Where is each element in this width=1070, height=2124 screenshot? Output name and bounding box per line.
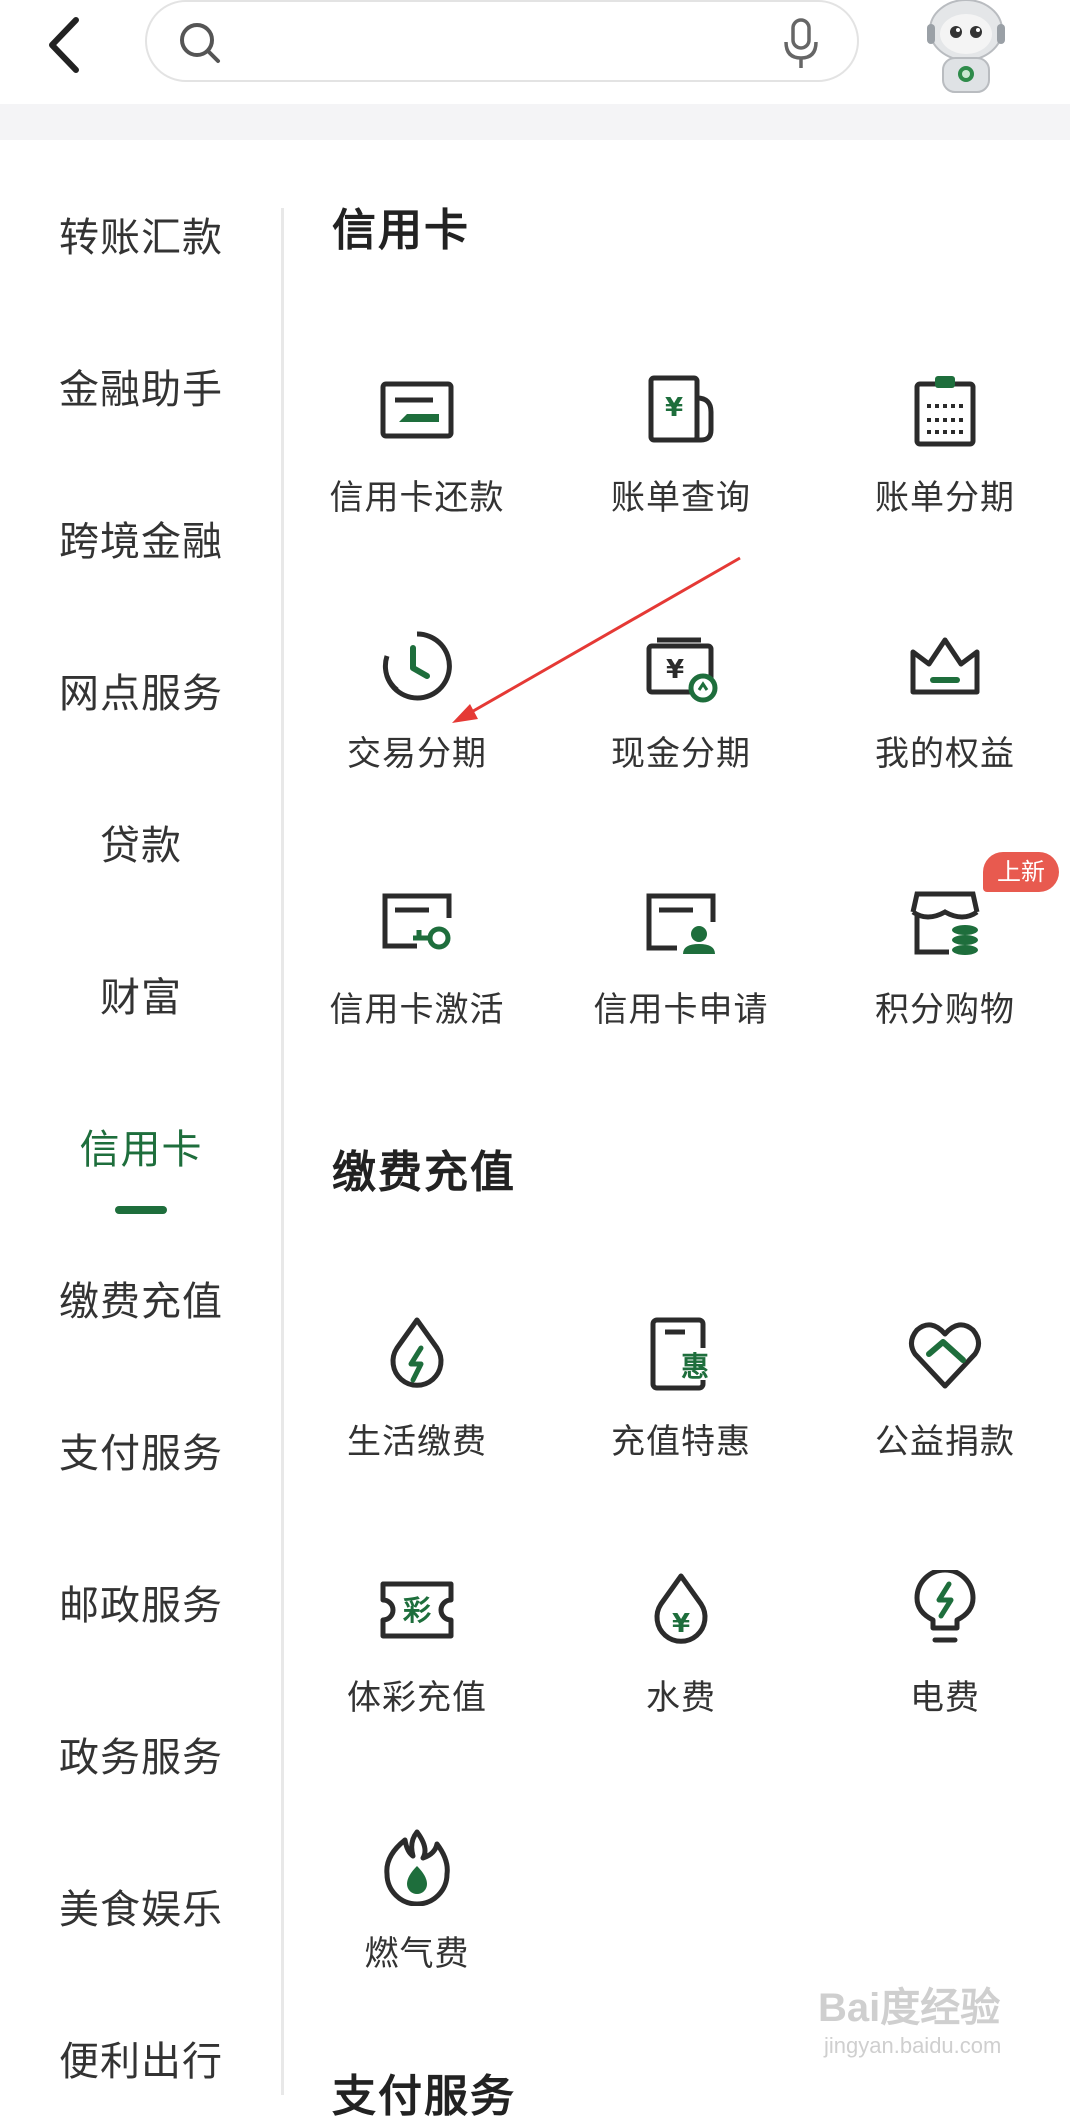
search-input[interactable] bbox=[237, 18, 741, 68]
sidebar-item-loan[interactable]: 贷款 bbox=[0, 806, 282, 886]
sidebar-item-label: 政务服务 bbox=[59, 1735, 223, 1781]
svg-text:彩: 彩 bbox=[403, 1594, 431, 1627]
section-title-credit-card: 信用卡 bbox=[332, 205, 470, 256]
card-application-button[interactable]: 信用卡申请 bbox=[549, 882, 813, 1072]
sidebar-item-travel[interactable]: 便利出行 bbox=[0, 2022, 282, 2102]
sidebar-item-transfer[interactable]: 转账汇款 bbox=[0, 198, 282, 278]
chevron-left-icon bbox=[49, 17, 79, 73]
robot-mascot-icon bbox=[927, 0, 1005, 93]
sidebar-item-label: 邮政服务 bbox=[59, 1583, 223, 1629]
grid-item-label: 信用卡还款 bbox=[329, 478, 505, 518]
cash-installment-icon: ¥ bbox=[646, 637, 718, 703]
section-title-payment-recharge: 缴费充值 bbox=[332, 1147, 516, 1198]
heart-hand-icon bbox=[909, 1322, 981, 1389]
grid-item-label: 体彩充值 bbox=[347, 1678, 487, 1718]
sidebar-item-branch-service[interactable]: 网点服务 bbox=[0, 654, 282, 734]
grid-item-label: 我的权益 bbox=[875, 734, 1015, 774]
grid-item-label: 积分购物 bbox=[875, 990, 1015, 1030]
grid-item-label: 现金分期 bbox=[611, 734, 751, 774]
lottery-recharge-button[interactable]: 彩 体彩充值 bbox=[285, 1570, 549, 1760]
svg-text:¥: ¥ bbox=[666, 655, 684, 685]
grid-item-label: 生活缴费 bbox=[347, 1422, 487, 1462]
grid-item-label: 交易分期 bbox=[347, 734, 487, 774]
bulb-icon bbox=[914, 1570, 976, 1643]
watermark-brand: Bai度经验 bbox=[818, 1986, 1001, 2030]
sidebar-item-payment-recharge[interactable]: 缴费充值 bbox=[0, 1262, 282, 1342]
sidebar-item-label: 信用卡 bbox=[79, 1127, 203, 1173]
sidebar-item-label: 便利出行 bbox=[59, 2039, 223, 2085]
water-drop-icon: ¥ bbox=[654, 1573, 708, 1644]
section-title-pay-service: 支付服务 bbox=[332, 2071, 516, 2122]
electricity-bill-button[interactable]: 电费 bbox=[813, 1570, 1070, 1760]
points-shopping-button[interactable]: 上新 积分购物 bbox=[813, 852, 1070, 1072]
sidebar-item-label: 网点服务 bbox=[59, 671, 223, 717]
sidebar-item-postal-service[interactable]: 邮政服务 bbox=[0, 1566, 282, 1646]
bill-installment-button[interactable]: 账单分期 bbox=[813, 370, 1070, 560]
back-button[interactable] bbox=[40, 10, 90, 80]
sidebar-item-wealth[interactable]: 财富 bbox=[0, 958, 282, 1038]
card-repay-icon bbox=[380, 381, 454, 439]
watermark-url: jingyan.baidu.com bbox=[824, 2033, 1002, 2058]
lottery-ticket-icon: 彩 bbox=[380, 1581, 454, 1639]
sidebar-item-label: 金融助手 bbox=[59, 367, 223, 413]
top-bar bbox=[0, 0, 1070, 104]
crown-icon bbox=[910, 637, 980, 695]
svg-text:¥: ¥ bbox=[672, 1609, 690, 1639]
credit-card-repay-button[interactable]: 信用卡还款 bbox=[285, 370, 549, 560]
gas-bill-button[interactable]: 燃气费 bbox=[285, 1826, 549, 2016]
microphone-icon[interactable] bbox=[781, 16, 821, 70]
life-payment-button[interactable]: 生活缴费 bbox=[285, 1314, 549, 1504]
baidu-watermark: Bai度经验 jingyan.baidu.com bbox=[818, 1975, 1018, 2075]
sidebar-item-finance-assistant[interactable]: 金融助手 bbox=[0, 350, 282, 430]
grid-item-label: 账单查询 bbox=[611, 478, 751, 518]
svg-text:惠: 惠 bbox=[681, 1350, 709, 1383]
card-apply-icon bbox=[646, 893, 716, 954]
charity-donation-button[interactable]: 公益捐款 bbox=[813, 1314, 1070, 1504]
grid-item-label: 燃气费 bbox=[364, 1934, 470, 1974]
grid-item-label: 公益捐款 bbox=[875, 1422, 1015, 1462]
clock-icon bbox=[382, 631, 452, 701]
bill-installment-icon bbox=[914, 376, 976, 447]
grid-item-label: 账单分期 bbox=[875, 478, 1015, 518]
my-benefits-button[interactable]: 我的权益 bbox=[813, 626, 1070, 816]
grid-item-label: 充值特惠 bbox=[611, 1422, 751, 1462]
water-bill-button[interactable]: ¥ 水费 bbox=[549, 1570, 813, 1760]
new-badge: 上新 bbox=[983, 852, 1059, 892]
transaction-installment-button[interactable]: 交易分期 bbox=[285, 626, 549, 816]
header-separator bbox=[0, 104, 1070, 140]
sidebar-item-label: 财富 bbox=[100, 975, 182, 1021]
grid-item-label: 电费 bbox=[910, 1678, 980, 1718]
search-bar[interactable] bbox=[145, 0, 859, 82]
bill-query-button[interactable]: ¥ 账单查询 bbox=[549, 370, 813, 560]
sidebar-item-label: 支付服务 bbox=[59, 1431, 223, 1477]
sidebar-item-cross-border[interactable]: 跨境金融 bbox=[0, 502, 282, 582]
card-key-icon bbox=[382, 893, 452, 950]
recharge-deal-button[interactable]: 惠 充值特惠 bbox=[549, 1314, 813, 1504]
grid-item-label: 水费 bbox=[646, 1678, 716, 1718]
life-payment-icon bbox=[390, 1317, 444, 1388]
sidebar-item-credit-card[interactable]: 信用卡 bbox=[0, 1110, 282, 1214]
recharge-deal-icon: 惠 bbox=[650, 1317, 713, 1391]
sidebar-item-government[interactable]: 政务服务 bbox=[0, 1718, 282, 1798]
cash-installment-button[interactable]: ¥ 现金分期 bbox=[549, 626, 813, 816]
sidebar-item-food-entertainment[interactable]: 美食娱乐 bbox=[0, 1870, 282, 1950]
sidebar-item-label: 美食娱乐 bbox=[59, 1887, 223, 1933]
sidebar-item-label: 跨境金融 bbox=[59, 519, 223, 565]
bill-query-icon: ¥ bbox=[648, 375, 714, 443]
active-indicator bbox=[115, 1206, 167, 1214]
points-shop-icon bbox=[910, 891, 980, 955]
sidebar-item-label: 贷款 bbox=[100, 823, 182, 869]
grid-item-label: 信用卡申请 bbox=[593, 990, 769, 1030]
search-icon bbox=[180, 23, 220, 63]
sidebar-item-pay-service[interactable]: 支付服务 bbox=[0, 1414, 282, 1494]
svg-text:¥: ¥ bbox=[665, 393, 683, 423]
assistant-avatar[interactable] bbox=[915, 0, 1017, 98]
card-activation-button[interactable]: 信用卡激活 bbox=[285, 882, 549, 1072]
sidebar-item-label: 缴费充值 bbox=[59, 1279, 223, 1325]
grid-item-label: 信用卡激活 bbox=[329, 990, 505, 1030]
sidebar-item-label: 转账汇款 bbox=[59, 215, 223, 261]
flame-icon bbox=[384, 1829, 450, 1906]
